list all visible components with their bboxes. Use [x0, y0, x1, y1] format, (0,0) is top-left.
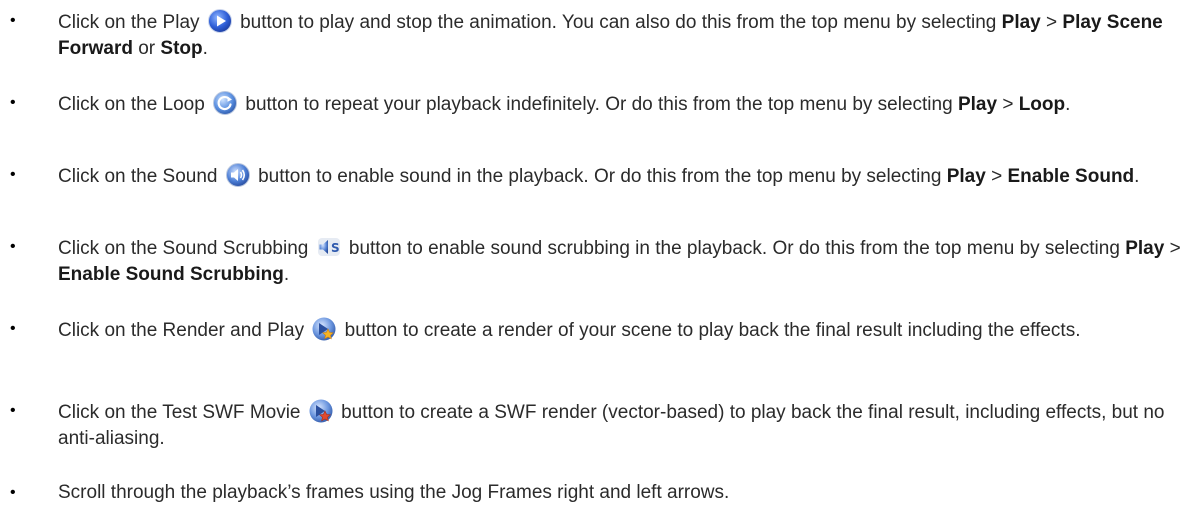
menu-path-play: Play	[957, 94, 998, 115]
menu-path-enable-sound: Enable Sound	[1007, 166, 1135, 187]
menu-path-play: Play	[1125, 238, 1165, 259]
render-and-play-icon	[311, 316, 337, 342]
item-text-after: button to enable sound in the playback. …	[258, 166, 942, 187]
svg-text:S: S	[331, 241, 340, 255]
menu-separator: >	[1046, 12, 1058, 33]
loop-icon	[212, 90, 238, 116]
item-text-before: Click on the Render and Play	[58, 320, 305, 341]
bullet: •	[10, 12, 16, 29]
sound-icon	[225, 162, 251, 188]
text-end: .	[283, 264, 290, 285]
bullet: •	[10, 320, 16, 337]
menu-separator: >	[991, 166, 1003, 187]
text-end: .	[1065, 94, 1071, 115]
list-item-text: Click on the Test SWF Movie button to cr…	[58, 398, 1196, 452]
item-text-after: button to play and stop the animation. Y…	[240, 12, 997, 33]
text-end: .	[1134, 166, 1140, 187]
text-or: or	[138, 38, 156, 59]
item-text-before: Click on the Sound	[58, 166, 218, 187]
bullet: •	[10, 238, 16, 255]
item-text-before: Click on the Play	[58, 12, 200, 33]
menu-path-play: Play	[1001, 12, 1041, 33]
item-text-after: button to repeat your playback indefinit…	[245, 94, 953, 115]
list-item-text: Click on the Sound Scrubbing S button to…	[58, 234, 1196, 288]
bullet: •	[10, 94, 16, 111]
list-item-text: Click on the Render and Play button to c…	[58, 316, 1196, 344]
item-text-after: button to create a render of your scene …	[344, 320, 1081, 341]
menu-separator: >	[1002, 94, 1014, 115]
menu-path-enable-sound-scrubbing: Enable Sound Scrubbing	[58, 264, 284, 285]
text-end: .	[202, 38, 208, 59]
item-text-after: button to enable sound scrubbing in the …	[348, 238, 1120, 259]
menu-path-play: Play	[946, 166, 986, 187]
item-text-before: Click on the Sound Scrubbing	[58, 238, 309, 259]
list-item-text: Click on the Sound button to enable soun…	[58, 162, 1196, 190]
play-icon	[207, 8, 233, 34]
test-swf-movie-icon	[308, 398, 334, 424]
bullet: •	[10, 402, 16, 419]
menu-path-loop: Loop	[1018, 94, 1066, 115]
bullet: •	[10, 484, 16, 501]
item-text-before: Click on the Loop	[58, 94, 205, 115]
list-item-text: Click on the Play button to play and sto…	[58, 8, 1196, 62]
menu-separator: >	[1169, 238, 1181, 259]
sound-scrubbing-icon: S	[316, 234, 342, 260]
item-text-before: Click on the Test SWF Movie	[58, 402, 301, 423]
list-item-text: Click on the Loop button to repeat your …	[58, 90, 1196, 118]
menu-path-stop: Stop	[160, 38, 203, 59]
list-item-text: Scroll through the playback’s frames usi…	[58, 482, 730, 503]
bullet: •	[10, 166, 16, 183]
